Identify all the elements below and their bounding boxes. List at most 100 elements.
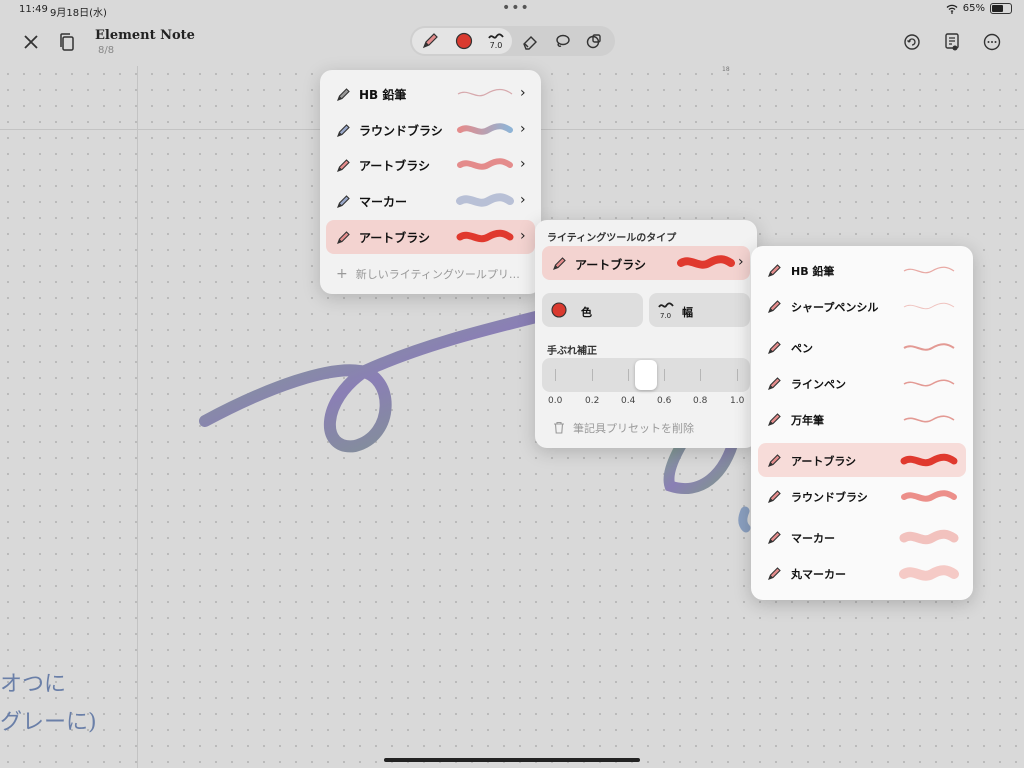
slider-tick xyxy=(628,369,629,381)
color-swatch-button[interactable] xyxy=(450,27,478,55)
marker-icon xyxy=(768,567,781,580)
type-heading: ライティングツールのタイプ xyxy=(547,233,677,244)
scale-label: 0.6 xyxy=(657,396,672,406)
wifi-icon xyxy=(946,4,958,14)
stabilization-label: 手ぶれ補正 xyxy=(547,346,597,357)
pencil-icon xyxy=(768,300,781,313)
fountain-pen-icon xyxy=(768,413,781,426)
tilde-icon xyxy=(488,32,504,39)
stroke-preview xyxy=(677,255,735,269)
pen-icon xyxy=(768,377,781,390)
marker-icon xyxy=(768,531,781,544)
handwriting-line: オつに xyxy=(0,672,67,697)
more-options-icon[interactable] xyxy=(978,28,1006,56)
stroke-preview xyxy=(457,88,513,97)
eraser-icon[interactable] xyxy=(516,27,544,55)
stroke-preview xyxy=(903,379,955,387)
tool-type-item[interactable]: 丸マーカー xyxy=(758,556,966,590)
undo-icon[interactable] xyxy=(898,28,926,56)
pen-tool-icon[interactable] xyxy=(416,27,444,55)
stroke-preview xyxy=(457,158,513,170)
scale-label: 0.8 xyxy=(693,396,708,406)
multitasking-dots[interactable]: ••• xyxy=(502,0,530,16)
color-swatch-icon xyxy=(551,302,567,318)
tool-type-item[interactable]: マーカー xyxy=(758,520,966,554)
preset-item-selected[interactable]: アートブラシ › xyxy=(326,220,535,254)
brush-icon xyxy=(768,490,781,503)
battery-icon xyxy=(990,3,1012,14)
chevron-right-icon: › xyxy=(520,121,526,137)
slider-tick xyxy=(700,369,701,381)
tool-type-menu: HB 鉛筆 シャープペンシル ペン ラインペン 万年筆 アートブラシ ラウンドブ… xyxy=(751,246,973,600)
tilde-icon xyxy=(658,302,674,308)
stroke-preview xyxy=(903,415,955,423)
stroke-preview xyxy=(900,453,958,467)
preset-item[interactable]: アートブラシ › xyxy=(326,148,535,182)
delete-preset-button[interactable]: 筆記具プリセットを削除 xyxy=(553,420,694,436)
tool-palette: 7.0 xyxy=(410,26,615,56)
shapes-icon[interactable] xyxy=(580,27,608,55)
new-preset-label: 新しいライティングツールプリ… xyxy=(355,268,520,281)
pencil-icon xyxy=(337,231,350,244)
tool-type-item-selected[interactable]: アートブラシ xyxy=(758,443,966,477)
slider-thumb[interactable] xyxy=(635,360,657,390)
preset-item[interactable]: HB 鉛筆 › xyxy=(326,77,535,111)
page-counter: 8/8 xyxy=(98,45,115,56)
status-bar: 11:49 9月18日(水) ••• 65% xyxy=(0,0,1024,20)
stroke-preview xyxy=(903,343,955,351)
scale-label: 0.0 xyxy=(548,396,563,406)
scale-label: 0.4 xyxy=(621,396,636,406)
trash-icon xyxy=(554,421,564,434)
width-button[interactable]: 7.0 幅 xyxy=(649,293,750,327)
tool-type-item[interactable]: ラウンドブラシ xyxy=(758,479,966,513)
pencil-icon xyxy=(768,264,781,277)
brush-icon xyxy=(768,454,781,467)
status-right: 65% xyxy=(946,3,1012,14)
stroke-width-button[interactable]: 7.0 xyxy=(482,27,510,55)
document-title: Element Note xyxy=(95,28,195,43)
status-date: 9月18日(水) xyxy=(50,8,107,19)
tool-type-item[interactable]: HB 鉛筆 xyxy=(758,253,966,287)
scale-label: 0.2 xyxy=(585,396,600,406)
chevron-right-icon: › xyxy=(520,85,526,101)
chevron-right-icon: › xyxy=(520,192,526,208)
preset-item[interactable]: ラウンドブラシ › xyxy=(326,113,535,147)
tool-type-label: アートブラシ xyxy=(575,258,647,272)
new-preset-button[interactable]: + 新しいライティングツールプリ… xyxy=(336,266,520,282)
color-button[interactable]: 色 xyxy=(542,293,643,327)
status-time: 11:49 xyxy=(19,4,48,15)
stroke-preview xyxy=(899,529,959,545)
top-toolbar: Element Note 8/8 7.0 xyxy=(0,20,1024,66)
pencil-icon xyxy=(553,257,566,270)
tool-type-item[interactable]: シャープペンシル xyxy=(758,289,966,323)
plus-icon: + xyxy=(336,266,348,282)
tool-preset-menu: HB 鉛筆 › ラウンドブラシ › アートブラシ › マーカー › アートブラシ… xyxy=(320,70,541,294)
chevron-right-icon: › xyxy=(520,156,526,172)
handwriting-note: オつに グレーに) xyxy=(0,666,97,742)
preset-item[interactable]: マーカー › xyxy=(326,184,535,218)
pen-icon xyxy=(768,341,781,354)
reader-icon[interactable] xyxy=(938,28,966,56)
width-label: 幅 xyxy=(682,306,693,319)
width-value-label: 7.0 xyxy=(489,40,503,50)
home-indicator[interactable] xyxy=(384,758,640,762)
battery-fill xyxy=(992,5,1003,12)
slider-tick xyxy=(592,369,593,381)
tool-type-item[interactable]: ペン xyxy=(758,330,966,364)
pages-icon[interactable] xyxy=(53,28,81,56)
stroke-preview xyxy=(457,123,513,135)
slider-tick xyxy=(737,369,738,381)
stroke-preview xyxy=(903,302,955,310)
lasso-icon[interactable] xyxy=(548,27,576,55)
tool-type-selector[interactable]: アートブラシ › xyxy=(542,246,750,280)
tool-type-item[interactable]: 万年筆 xyxy=(758,402,966,436)
slider-tick xyxy=(664,369,665,381)
tool-settings-menu: ライティングツールのタイプ アートブラシ › 色 7.0 幅 手ぶれ補正 0.0… xyxy=(535,220,757,448)
pencil-icon xyxy=(337,195,350,208)
pencil-icon xyxy=(337,88,350,101)
slider-tick xyxy=(555,369,556,381)
close-icon[interactable] xyxy=(17,28,45,56)
scale-label: 1.0 xyxy=(730,396,745,406)
stabilization-slider[interactable] xyxy=(542,358,750,392)
tool-type-item[interactable]: ラインペン xyxy=(758,366,966,400)
